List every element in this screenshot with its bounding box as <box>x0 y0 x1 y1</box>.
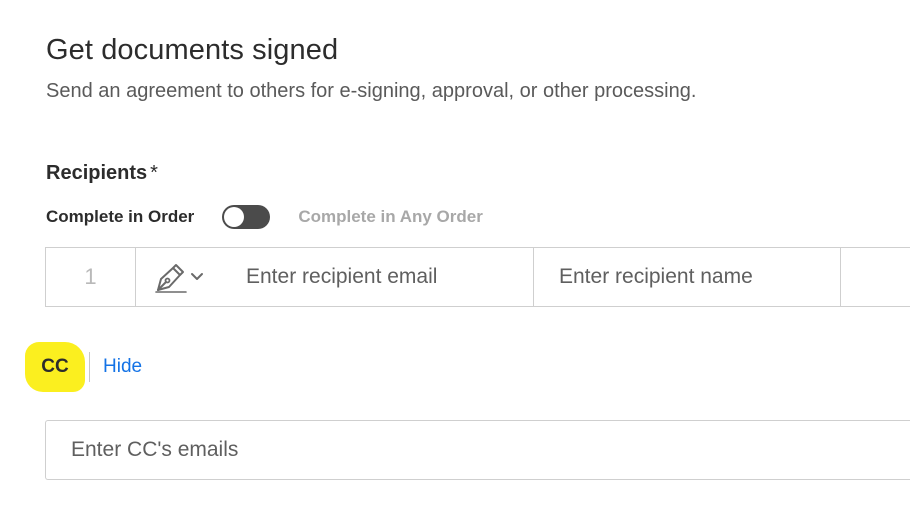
cc-divider <box>89 352 90 382</box>
recipient-role-dropdown[interactable] <box>136 248 246 306</box>
get-documents-signed-page: Get documents signed Send an agreement t… <box>0 0 910 511</box>
recipient-name-input[interactable] <box>557 264 840 290</box>
hide-cc-link[interactable]: Hide <box>103 356 142 378</box>
cc-highlight: CC <box>25 340 85 394</box>
recipient-extra-cell <box>841 248 910 306</box>
pen-signer-icon <box>154 261 188 293</box>
recipients-section-label: Recipients * <box>46 162 158 185</box>
cc-email-field <box>45 420 910 480</box>
complete-in-order-label: Complete in Order <box>46 207 195 226</box>
signing-order-row: Complete in Order Complete in Any Order <box>46 203 483 231</box>
page-title: Get documents signed <box>46 34 339 66</box>
recipient-email-cell <box>246 248 534 306</box>
cc-label: CC <box>41 356 69 377</box>
chevron-down-icon <box>190 272 204 282</box>
recipients-label-text: Recipients <box>46 162 148 184</box>
complete-in-any-order-label: Complete in Any Order <box>298 207 483 226</box>
required-marker: * <box>150 162 158 184</box>
recipient-name-cell <box>534 248 841 306</box>
page-subtitle: Send an agreement to others for e-signin… <box>46 80 697 102</box>
signing-order-toggle[interactable] <box>222 205 271 229</box>
recipient-email-input[interactable] <box>246 264 533 290</box>
cc-email-input[interactable] <box>69 437 910 463</box>
recipient-row: 1 <box>45 247 910 307</box>
recipient-index: 1 <box>46 248 136 306</box>
cc-row: CC Hide <box>25 340 142 394</box>
toggle-knob <box>224 207 245 227</box>
